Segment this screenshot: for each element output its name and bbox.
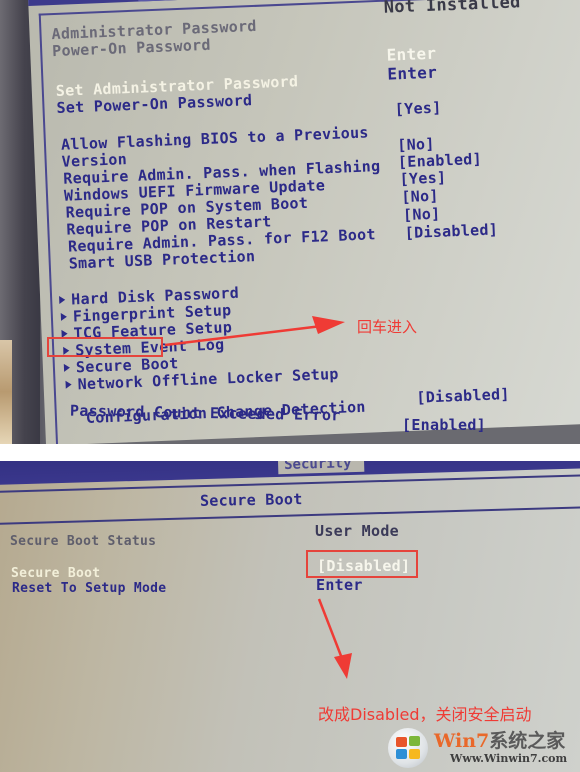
annotation-change-disabled: 改成Disabled，关闭安全启动 bbox=[318, 705, 532, 724]
win7-watermark: Win7系统之家 Www.Winwin7.com bbox=[384, 724, 580, 772]
watermark-brand: Win7系统之家 bbox=[434, 726, 565, 753]
watermark-url: Www.Winwin7.com bbox=[450, 752, 568, 765]
annotation-press-enter: 回车进入 bbox=[357, 318, 418, 336]
annotation-arrow-icon bbox=[164, 316, 345, 347]
windows-logo-icon bbox=[388, 728, 428, 768]
watermark-brand-win: Win7 bbox=[434, 730, 490, 752]
watermark-brand-cn: 系统之家 bbox=[489, 730, 566, 752]
bios-security-screenshot: Main Administrator Password Not Installe… bbox=[0, 0, 580, 444]
